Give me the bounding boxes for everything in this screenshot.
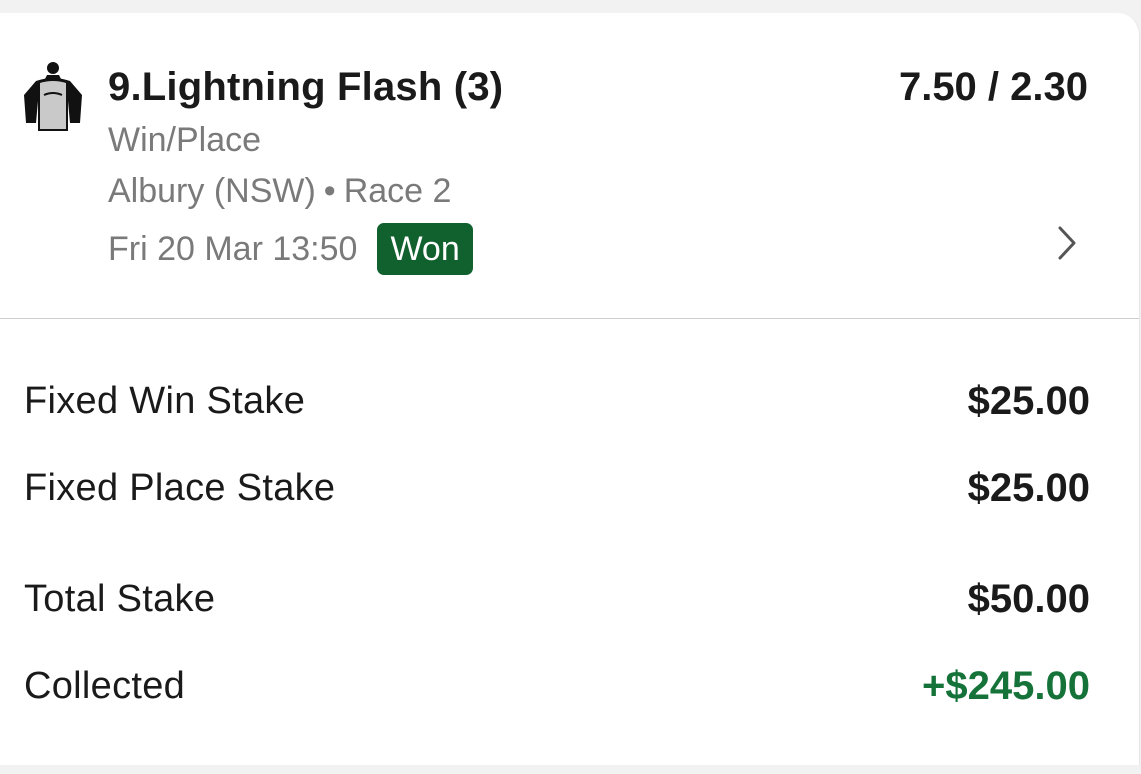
race-datetime-row: Fri 20 Mar 13:50 Won bbox=[108, 223, 473, 275]
stake-value: $50.00 bbox=[967, 576, 1090, 621]
bet-card: 9.Lightning Flash (3) 7.50 / 2.30 Win/Pl… bbox=[0, 13, 1140, 765]
stake-label: Collected bbox=[24, 664, 186, 707]
race-datetime: Fri 20 Mar 13:50 bbox=[108, 229, 358, 268]
separator-dot: • bbox=[323, 172, 336, 210]
stake-row-fixed-win: Fixed Win Stake $25.00 bbox=[24, 376, 1090, 426]
stake-row-fixed-place: Fixed Place Stake $25.00 bbox=[24, 463, 1090, 513]
bet-type: Win/Place bbox=[108, 121, 262, 159]
stake-value: $25.00 bbox=[967, 465, 1090, 510]
venue: Albury (NSW) bbox=[108, 172, 316, 210]
runner-title: 9.Lightning Flash (3) bbox=[108, 65, 504, 109]
stake-label: Fixed Place Stake bbox=[24, 466, 336, 509]
race-number: Race 2 bbox=[343, 172, 452, 210]
odds-value: 7.50 / 2.30 bbox=[898, 65, 1088, 109]
stake-row-collected: Collected +$245.00 bbox=[24, 661, 1090, 711]
meeting-info: Albury (NSW) • Race 2 bbox=[108, 172, 451, 211]
status-badge: Won bbox=[377, 223, 473, 275]
collected-value: +$245.00 bbox=[922, 663, 1090, 708]
chevron-right-icon[interactable] bbox=[1057, 225, 1077, 261]
stake-row-total: Total Stake $50.00 bbox=[24, 574, 1090, 624]
jockey-silks-icon bbox=[24, 62, 82, 131]
stake-label: Total Stake bbox=[24, 577, 216, 620]
stake-value: $25.00 bbox=[967, 378, 1090, 423]
stake-label: Fixed Win Stake bbox=[24, 379, 306, 422]
bet-header[interactable]: 9.Lightning Flash (3) 7.50 / 2.30 Win/Pl… bbox=[0, 13, 1139, 319]
